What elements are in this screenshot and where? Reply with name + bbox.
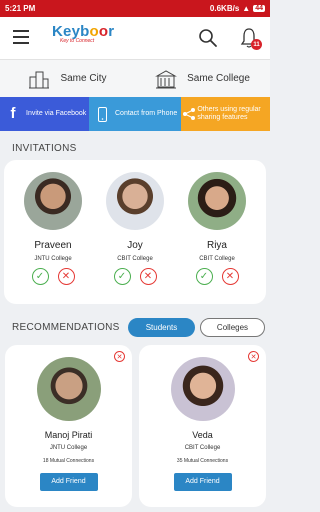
- facebook-icon: f: [10, 105, 16, 122]
- share-icon: [181, 107, 197, 121]
- avatar: [106, 172, 164, 230]
- mutual-connections: 35 Mutual Connections: [176, 458, 229, 464]
- invitations-card: Praveen JNTU College ✓ ✕ Joy CBIT Colleg…: [4, 160, 266, 304]
- invitation-college: CBIT College: [199, 256, 235, 262]
- invite-options: f Invite via Facebook Contact from Phone…: [0, 97, 270, 131]
- invitation-item: Riya CBIT College ✓ ✕: [182, 172, 252, 285]
- recommendations-title: RECOMMENDATIONS: [12, 322, 120, 333]
- same-city-button[interactable]: Same City: [0, 60, 135, 97]
- accept-icon[interactable]: ✓: [113, 268, 131, 285]
- recommendation-college: CBIT College: [184, 445, 221, 451]
- menu-icon[interactable]: [13, 30, 29, 44]
- reject-icon[interactable]: ✕: [221, 268, 239, 285]
- invite-share-button[interactable]: Others using regular sharing features: [181, 97, 270, 131]
- invitation-name: Joy: [127, 240, 143, 251]
- invitation-college: CBIT College: [117, 256, 153, 262]
- battery-icon: 44: [253, 5, 265, 12]
- dismiss-icon[interactable]: ✕: [114, 351, 125, 362]
- avatar: [170, 357, 235, 421]
- status-time: 5:21 PM: [5, 4, 36, 13]
- same-city-label: Same City: [60, 73, 107, 84]
- mutual-connections: 18 Mutual Connections: [42, 458, 95, 464]
- add-friend-button[interactable]: Add Friend: [39, 473, 98, 491]
- invitation-item: Joy CBIT College ✓ ✕: [100, 172, 170, 285]
- signal-icon: ▲: [242, 4, 251, 13]
- avatar: [24, 172, 82, 230]
- dismiss-icon[interactable]: ✕: [248, 351, 259, 362]
- invitation-name: Riya: [206, 240, 227, 251]
- recommendation-card: ✕ Veda CBIT College 35 Mutual Connection…: [139, 345, 266, 507]
- invite-phone-label: Contact from Phone: [115, 110, 178, 117]
- app-bar: Keyboor Key to Connect 11: [0, 17, 270, 59]
- add-friend-button[interactable]: Add Friend: [173, 473, 232, 491]
- recommendation-name: Manoj Pirati: [44, 430, 93, 440]
- phone-icon: [89, 106, 115, 122]
- search-icon[interactable]: [198, 28, 218, 48]
- recommendation-name: Veda: [192, 430, 213, 440]
- invitation-item: Praveen JNTU College ✓ ✕: [18, 172, 88, 285]
- invite-phone-button[interactable]: Contact from Phone: [89, 97, 181, 131]
- recommendation-card: ✕ Manoj Pirati JNTU College 18 Mutual Co…: [5, 345, 132, 507]
- avatar: [188, 172, 246, 230]
- status-bar: 5:21 PM 0.6KB/s ▲ 44: [0, 0, 270, 17]
- tab-colleges[interactable]: Colleges: [200, 318, 265, 337]
- network-speed: 0.6KB/s: [209, 4, 240, 13]
- invite-facebook-button[interactable]: f Invite via Facebook: [0, 97, 89, 131]
- notification-badge: 11: [251, 39, 262, 50]
- college-icon: [155, 69, 178, 88]
- same-college-button[interactable]: Same College: [135, 60, 270, 97]
- avatar: [36, 357, 101, 421]
- tab-students[interactable]: Students: [128, 318, 195, 337]
- reject-icon[interactable]: ✕: [57, 268, 75, 285]
- accept-icon[interactable]: ✓: [195, 268, 213, 285]
- invitation-name: Praveen: [34, 240, 72, 251]
- city-icon: [29, 71, 50, 88]
- filter-bar: Same City Same College: [0, 59, 270, 97]
- invite-share-label: Others using regular sharing features: [197, 106, 261, 121]
- invite-facebook-label: Invite via Facebook: [26, 110, 87, 117]
- same-college-label: Same College: [187, 73, 250, 84]
- accept-icon[interactable]: ✓: [31, 268, 49, 285]
- recommendation-college: JNTU College: [49, 445, 88, 451]
- app-logo: Keyboor Key to Connect: [52, 23, 132, 53]
- invitation-college: JNTU College: [34, 256, 72, 262]
- reject-icon[interactable]: ✕: [139, 268, 157, 285]
- invitations-title: INVITATIONS: [12, 143, 77, 154]
